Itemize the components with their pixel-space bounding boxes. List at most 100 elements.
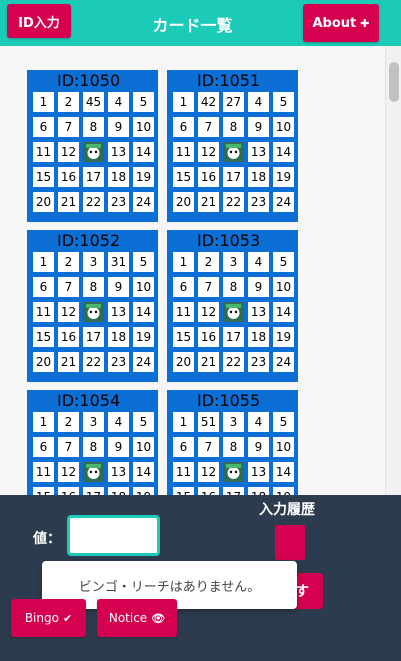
bingo-button-label: Bingo bbox=[24, 611, 59, 625]
bingo-cell: 8 bbox=[83, 277, 104, 297]
bingo-cell: 4 bbox=[248, 92, 269, 112]
bingo-cell: 9 bbox=[248, 117, 269, 137]
bingo-cell: 6 bbox=[33, 117, 54, 137]
bingo-cell: 10 bbox=[133, 437, 154, 457]
bingo-cell: 7 bbox=[58, 277, 79, 297]
free-space-icon bbox=[83, 462, 104, 482]
bingo-cell: 3 bbox=[83, 252, 104, 272]
bingo-cell: 6 bbox=[173, 437, 194, 457]
bingo-cell: 10 bbox=[133, 277, 154, 297]
bingo-cell: 2 bbox=[198, 252, 219, 272]
bingo-cell: 2 bbox=[58, 412, 79, 432]
bingo-cell: 15 bbox=[33, 327, 54, 347]
bingo-cell: 17 bbox=[83, 487, 104, 495]
bingo-card[interactable]: ID:1053 1 2 3 4 5 6 7 8 9 10 11 12 13 14 15 16 17 18 19 20 21… bbox=[167, 230, 298, 382]
bingo-cell: 18 bbox=[108, 487, 129, 495]
history-label: 入力履歴 bbox=[259, 502, 315, 518]
bingo-cell: 21 bbox=[58, 352, 79, 372]
bingo-cell: 15 bbox=[33, 487, 54, 495]
bingo-cell: 3 bbox=[83, 412, 104, 432]
bingo-cell: 22 bbox=[223, 352, 244, 372]
partially-hidden-button-label: す bbox=[295, 584, 309, 600]
bingo-cell: 12 bbox=[198, 302, 219, 322]
bingo-cell: 9 bbox=[248, 437, 269, 457]
bingo-button[interactable]: Bingo ✔ bbox=[11, 599, 86, 637]
bingo-cell: 7 bbox=[198, 277, 219, 297]
bingo-cell: 22 bbox=[83, 352, 104, 372]
bingo-cell: 12 bbox=[198, 142, 219, 162]
bingo-cell: 5 bbox=[133, 252, 154, 272]
bingo-cell: 23 bbox=[108, 352, 129, 372]
bingo-cell: 19 bbox=[273, 167, 294, 187]
history-button[interactable] bbox=[275, 525, 305, 560]
bingo-cell: 21 bbox=[198, 192, 219, 212]
bingo-cell: 21 bbox=[58, 192, 79, 212]
notice-button[interactable]: Notice 👁 bbox=[97, 599, 177, 637]
bingo-cell: 23 bbox=[248, 352, 269, 372]
free-space-icon bbox=[223, 142, 244, 162]
bingo-cell: 16 bbox=[198, 327, 219, 347]
bingo-card[interactable]: ID:1050 1 2 45 4 5 6 7 8 9 10 11 12 13 14 15 16 17 18 19 20 2… bbox=[27, 70, 158, 222]
bingo-cell: 6 bbox=[173, 277, 194, 297]
scrollbar[interactable] bbox=[385, 46, 401, 495]
bingo-cell: 10 bbox=[273, 277, 294, 297]
bingo-cell: 13 bbox=[248, 302, 269, 322]
bingo-cell: 19 bbox=[273, 487, 294, 495]
check-circle-icon: ✔ bbox=[62, 611, 73, 625]
bingo-card[interactable]: ID:1054123456789101112131415161718192021… bbox=[27, 390, 158, 495]
bingo-cell: 18 bbox=[248, 327, 269, 347]
bingo-cell: 17 bbox=[83, 167, 104, 187]
free-space-icon bbox=[223, 302, 244, 322]
bingo-cell: 9 bbox=[108, 437, 129, 457]
bingo-cell: 24 bbox=[273, 192, 294, 212]
scrollbar-thumb[interactable] bbox=[389, 62, 399, 102]
about-button[interactable]: About ✚ bbox=[303, 4, 379, 42]
bingo-cell: 5 bbox=[273, 412, 294, 432]
bingo-cell: 7 bbox=[58, 437, 79, 457]
free-space-icon bbox=[223, 462, 244, 482]
bingo-cell: 14 bbox=[273, 142, 294, 162]
bingo-cell: 10 bbox=[133, 117, 154, 137]
bingo-cell: 17 bbox=[223, 167, 244, 187]
bingo-cell: 16 bbox=[58, 167, 79, 187]
toast-text: ビンゴ・リーチはありません。 bbox=[78, 579, 261, 595]
bingo-cell: 5 bbox=[273, 92, 294, 112]
bingo-cell: 16 bbox=[58, 327, 79, 347]
bingo-cell: 20 bbox=[173, 352, 194, 372]
bingo-cell: 2 bbox=[58, 92, 79, 112]
bingo-cell: 13 bbox=[248, 142, 269, 162]
bingo-cell: 18 bbox=[108, 327, 129, 347]
bingo-cell: 19 bbox=[133, 487, 154, 495]
bingo-card[interactable]: ID:1051 1 42 27 4 5 6 7 8 9 10 11 12 13 14 15 16 17 18 19 20… bbox=[167, 70, 298, 222]
bingo-card[interactable]: ID:1052 1 2 3 31 5 6 7 8 9 10 11 12 13 14 15 16 17 18 19 20 2… bbox=[27, 230, 158, 382]
bingo-cell: 12 bbox=[198, 462, 219, 482]
bingo-cell: 16 bbox=[58, 487, 79, 495]
bingo-cell: 5 bbox=[133, 412, 154, 432]
bingo-cell: 24 bbox=[273, 352, 294, 372]
bingo-cell: 11 bbox=[33, 302, 54, 322]
bingo-cell: 4 bbox=[248, 252, 269, 272]
bingo-cell: 45 bbox=[83, 92, 104, 112]
bingo-cell: 7 bbox=[198, 117, 219, 137]
bingo-cell: 15 bbox=[33, 167, 54, 187]
bingo-cell: 9 bbox=[108, 117, 129, 137]
value-input[interactable] bbox=[67, 515, 160, 556]
bingo-cell: 4 bbox=[108, 92, 129, 112]
bingo-cell: 17 bbox=[223, 327, 244, 347]
bingo-cell: 12 bbox=[58, 302, 79, 322]
bingo-cell: 11 bbox=[33, 142, 54, 162]
bingo-cell: 8 bbox=[223, 437, 244, 457]
bingo-cell: 19 bbox=[133, 167, 154, 187]
bingo-cell: 13 bbox=[108, 142, 129, 162]
bingo-card[interactable]: ID:1055151345678910111213141516171819202… bbox=[167, 390, 298, 495]
bingo-cell: 14 bbox=[133, 462, 154, 482]
bingo-cell: 21 bbox=[198, 352, 219, 372]
bingo-cell: 20 bbox=[33, 192, 54, 212]
bingo-cell: 7 bbox=[58, 117, 79, 137]
card-list[interactable]: ID:1050 1 2 45 4 5 6 7 8 9 10 11 12 13 14 15 16 17 18 19 20 2… bbox=[0, 46, 385, 495]
bingo-cell: 20 bbox=[173, 192, 194, 212]
bingo-cell: 20 bbox=[33, 352, 54, 372]
bingo-cell: 42 bbox=[198, 92, 219, 112]
bingo-cell: 6 bbox=[33, 437, 54, 457]
bingo-cell: 3 bbox=[223, 412, 244, 432]
